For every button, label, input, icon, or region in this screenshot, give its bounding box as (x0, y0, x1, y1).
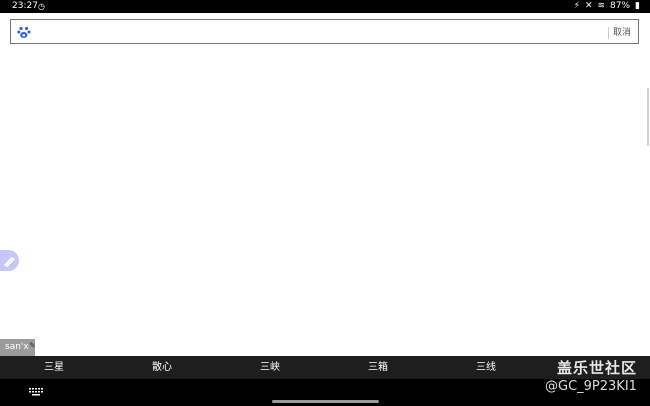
battery-percent: 87% (610, 1, 631, 11)
ime-candidate[interactable]: 三峡 (260, 356, 280, 379)
status-icons: ⚡ ✕ ≋ 87% ▮ (574, 0, 640, 13)
nfc-icon: ⚡ (573, 1, 580, 11)
keyboard-icon[interactable] (29, 388, 43, 396)
ime-candidate[interactable]: 三箱 (368, 356, 388, 379)
edit-icon[interactable]: ✎ (29, 337, 36, 354)
status-time: 23:27 (12, 1, 38, 11)
ime-composition: san'x ✎ (0, 337, 36, 356)
ime-candidate-bar: 三星 散心 三峡 三箱 三线 (0, 356, 650, 379)
ime-candidate[interactable]: 三线 (476, 356, 496, 379)
home-gesture-bar[interactable] (272, 400, 379, 403)
search-divider (608, 27, 609, 39)
baidu-paw-icon (17, 26, 31, 38)
search-input[interactable] (39, 23, 613, 42)
ime-candidate[interactable]: 三星 (44, 356, 64, 379)
battery-icon: ▮ (635, 1, 640, 11)
ime-candidate[interactable]: 散心 (152, 356, 172, 379)
status-bar: 23:27 ◷ ⚡ ✕ ≋ 87% ▮ (0, 0, 650, 13)
watermark-user-id: @GC_9P23KI1 (545, 379, 637, 394)
wifi-icon: ≋ (597, 1, 606, 11)
alarm-icon: ◷ (38, 2, 45, 11)
cancel-button[interactable]: 取消 (613, 25, 631, 38)
floating-assistant-button[interactable] (0, 250, 19, 271)
scrollbar[interactable] (647, 88, 649, 146)
mute-icon: ✕ (584, 1, 593, 11)
search-bar: 取消 (10, 19, 639, 44)
watermark-title: 盖乐世社区 (557, 359, 638, 377)
ime-composition-text: san'x (5, 342, 29, 352)
pen-icon (4, 257, 15, 267)
